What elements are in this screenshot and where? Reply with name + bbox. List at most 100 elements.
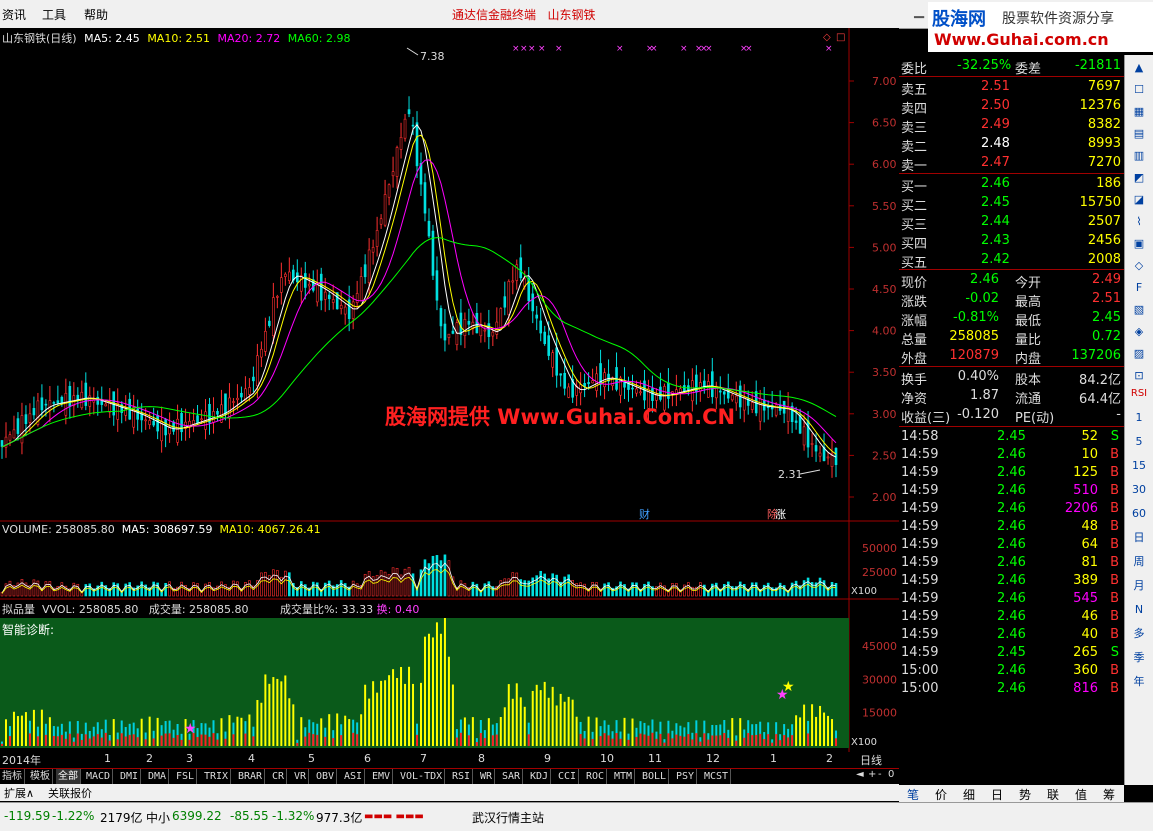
expand-tab[interactable]: 扩展∧ [4,785,34,801]
right-tab-0[interactable]: 笔 [907,786,919,803]
quote-cell: 2.43 [981,233,1010,248]
toolbar-icon-10[interactable]: F [1129,279,1149,297]
period-button-9[interactable]: N [1129,601,1149,619]
volume-bar [726,581,730,597]
period-button-3[interactable]: 15 [1129,457,1149,475]
indicator-tab-asi[interactable]: ASI [342,769,366,785]
toolbar-icon-6[interactable]: ◪ [1129,191,1149,209]
indicator-tab-roc[interactable]: ROC [584,769,608,785]
period-button-2[interactable]: 5 [1129,433,1149,451]
toolbar-icon-13[interactable]: ▨ [1129,345,1149,363]
toolbar-icon-7[interactable]: ⌇ [1129,213,1149,231]
volume-bar [523,580,527,597]
indicator-tab-kdj[interactable]: KDJ [528,769,552,785]
right-tab-3[interactable]: 日 [991,786,1003,803]
indicator-red-bar [44,734,47,746]
indicator-tab-dmi[interactable]: DMI [118,769,142,785]
indicator-tab-模板[interactable]: 模板 [28,769,53,785]
indicator-bar [48,717,51,746]
indicator-red-bar [647,735,650,746]
indicator-tab-trix[interactable]: TRIX [202,769,232,785]
indicator-tab-dma[interactable]: DMA [146,769,170,785]
indicator-tab-rsi[interactable]: RSI [450,769,474,785]
period-button-10[interactable]: 多 [1129,625,1149,643]
candle-body [84,382,88,406]
menu-help[interactable]: 帮助 [84,6,108,23]
candle-body [343,306,347,315]
indicator-tab-macd[interactable]: MACD [84,769,114,785]
pink-x-marker: × [616,44,624,54]
indicator-red-bar [735,740,738,746]
indicator-tab-cr[interactable]: CR [270,769,288,785]
period-button-1[interactable]: 1 [1129,409,1149,427]
candle-body [331,299,335,303]
candle-body [443,323,447,341]
indicator-tab-指标[interactable]: 指标 [0,769,25,785]
indicator-red-bar [703,733,706,746]
quote-cell: 换手 [901,373,928,388]
chart-area[interactable]: 7.00 6.50 6.00 5.50 5.00 4.50 4.00 3.50 3.00 2.50… [0,28,899,768]
indicator-tab-wr[interactable]: WR [478,769,496,785]
indicator-tab-emv[interactable]: EMV [370,769,394,785]
toolbar-icon-9[interactable]: ◇ [1129,257,1149,275]
indicator-tab-cci[interactable]: CCI [556,769,580,785]
indicator-bar [20,715,23,746]
scroll-left-icon[interactable]: ◄ [856,769,864,780]
right-tab-7[interactable]: 筹 [1103,786,1115,803]
period-button-8[interactable]: 月 [1129,577,1149,595]
quote-cell: 186 [1096,176,1121,191]
market-bars-icon: ▬▬▬ ▬▬▬ [364,811,424,822]
toolbar-icon-12[interactable]: ◈ [1129,323,1149,341]
toolbar-icon-0[interactable]: ▲ [1129,59,1149,77]
right-tab-4[interactable]: 势 [1019,786,1031,803]
indicator-tab-boll[interactable]: BOLL [640,769,670,785]
candle-body [742,397,746,411]
zoom-out-icon[interactable]: - [878,769,882,780]
right-tab-5[interactable]: 联 [1047,786,1059,803]
toolbar-icon-2[interactable]: ▦ [1129,103,1149,121]
indicator-tab-fsl[interactable]: FSL [174,769,198,785]
period-button-4[interactable]: 30 [1129,481,1149,499]
toolbar-icon-8[interactable]: ▣ [1129,235,1149,253]
indicator-tab-vol-tdx[interactable]: VOL-TDX [398,769,446,785]
period-button-7[interactable]: 周 [1129,553,1149,571]
toolbar-icon-11[interactable]: ▧ [1129,301,1149,319]
toolbar-icon-5[interactable]: ◩ [1129,169,1149,187]
indicator-tab-obv[interactable]: OBV [314,769,338,785]
reset-zoom-icon[interactable]: 0 [888,769,894,780]
indicator-red-bar [723,733,726,746]
indicator-red-bar [691,739,694,746]
toolbar-icon-1[interactable]: ☐ [1129,81,1149,99]
menu-tools[interactable]: 工具 [42,6,66,23]
toolbar-icon-4[interactable]: ▥ [1129,147,1149,165]
indicator-tab-sar[interactable]: SAR [500,769,524,785]
period-button-6[interactable]: 日 [1129,529,1149,547]
period-button-0[interactable]: RSI [1129,385,1149,403]
indicator-tab-psy[interactable]: PSY [674,769,698,785]
right-tab-2[interactable]: 细 [963,786,975,803]
minimize-icon[interactable]: ▁ [914,4,924,19]
toolbar-icon-14[interactable]: ⊡ [1129,367,1149,385]
related-quote-tab[interactable]: 关联报价 [48,785,92,801]
right-tab-1[interactable]: 价 [935,786,947,803]
period-label[interactable]: 日线 [860,752,882,768]
toolbar-icon-3[interactable]: ▤ [1129,125,1149,143]
indicator-tab-vr[interactable]: VR [292,769,310,785]
ask-row: 卖五 2.51 7697 [899,78,1124,98]
right-tab-6[interactable]: 值 [1075,786,1087,803]
quote-cell: 265 [1073,645,1098,660]
indicator-tab-全部[interactable]: 全部 [56,769,81,785]
period-button-12[interactable]: 年 [1129,673,1149,691]
indicator-bar [595,717,598,746]
menu-info[interactable]: 资讯 [2,6,26,23]
quote-cell: 2456 [1087,233,1121,248]
period-button-5[interactable]: 60 [1129,505,1149,523]
candle-body [351,301,355,319]
indicator-tab-mcst[interactable]: MCST [702,769,732,785]
kline-chart-svg[interactable]: 7.00 6.50 6.00 5.50 5.00 4.50 4.00 3.50 3.00 2.50… [0,28,899,752]
indicator-tab-brar[interactable]: BRAR [236,769,266,785]
period-button-11[interactable]: 季 [1129,649,1149,667]
indicator-bar [447,656,450,746]
zoom-in-icon[interactable]: + [868,769,876,780]
indicator-tab-mtm[interactable]: MTM [612,769,636,785]
